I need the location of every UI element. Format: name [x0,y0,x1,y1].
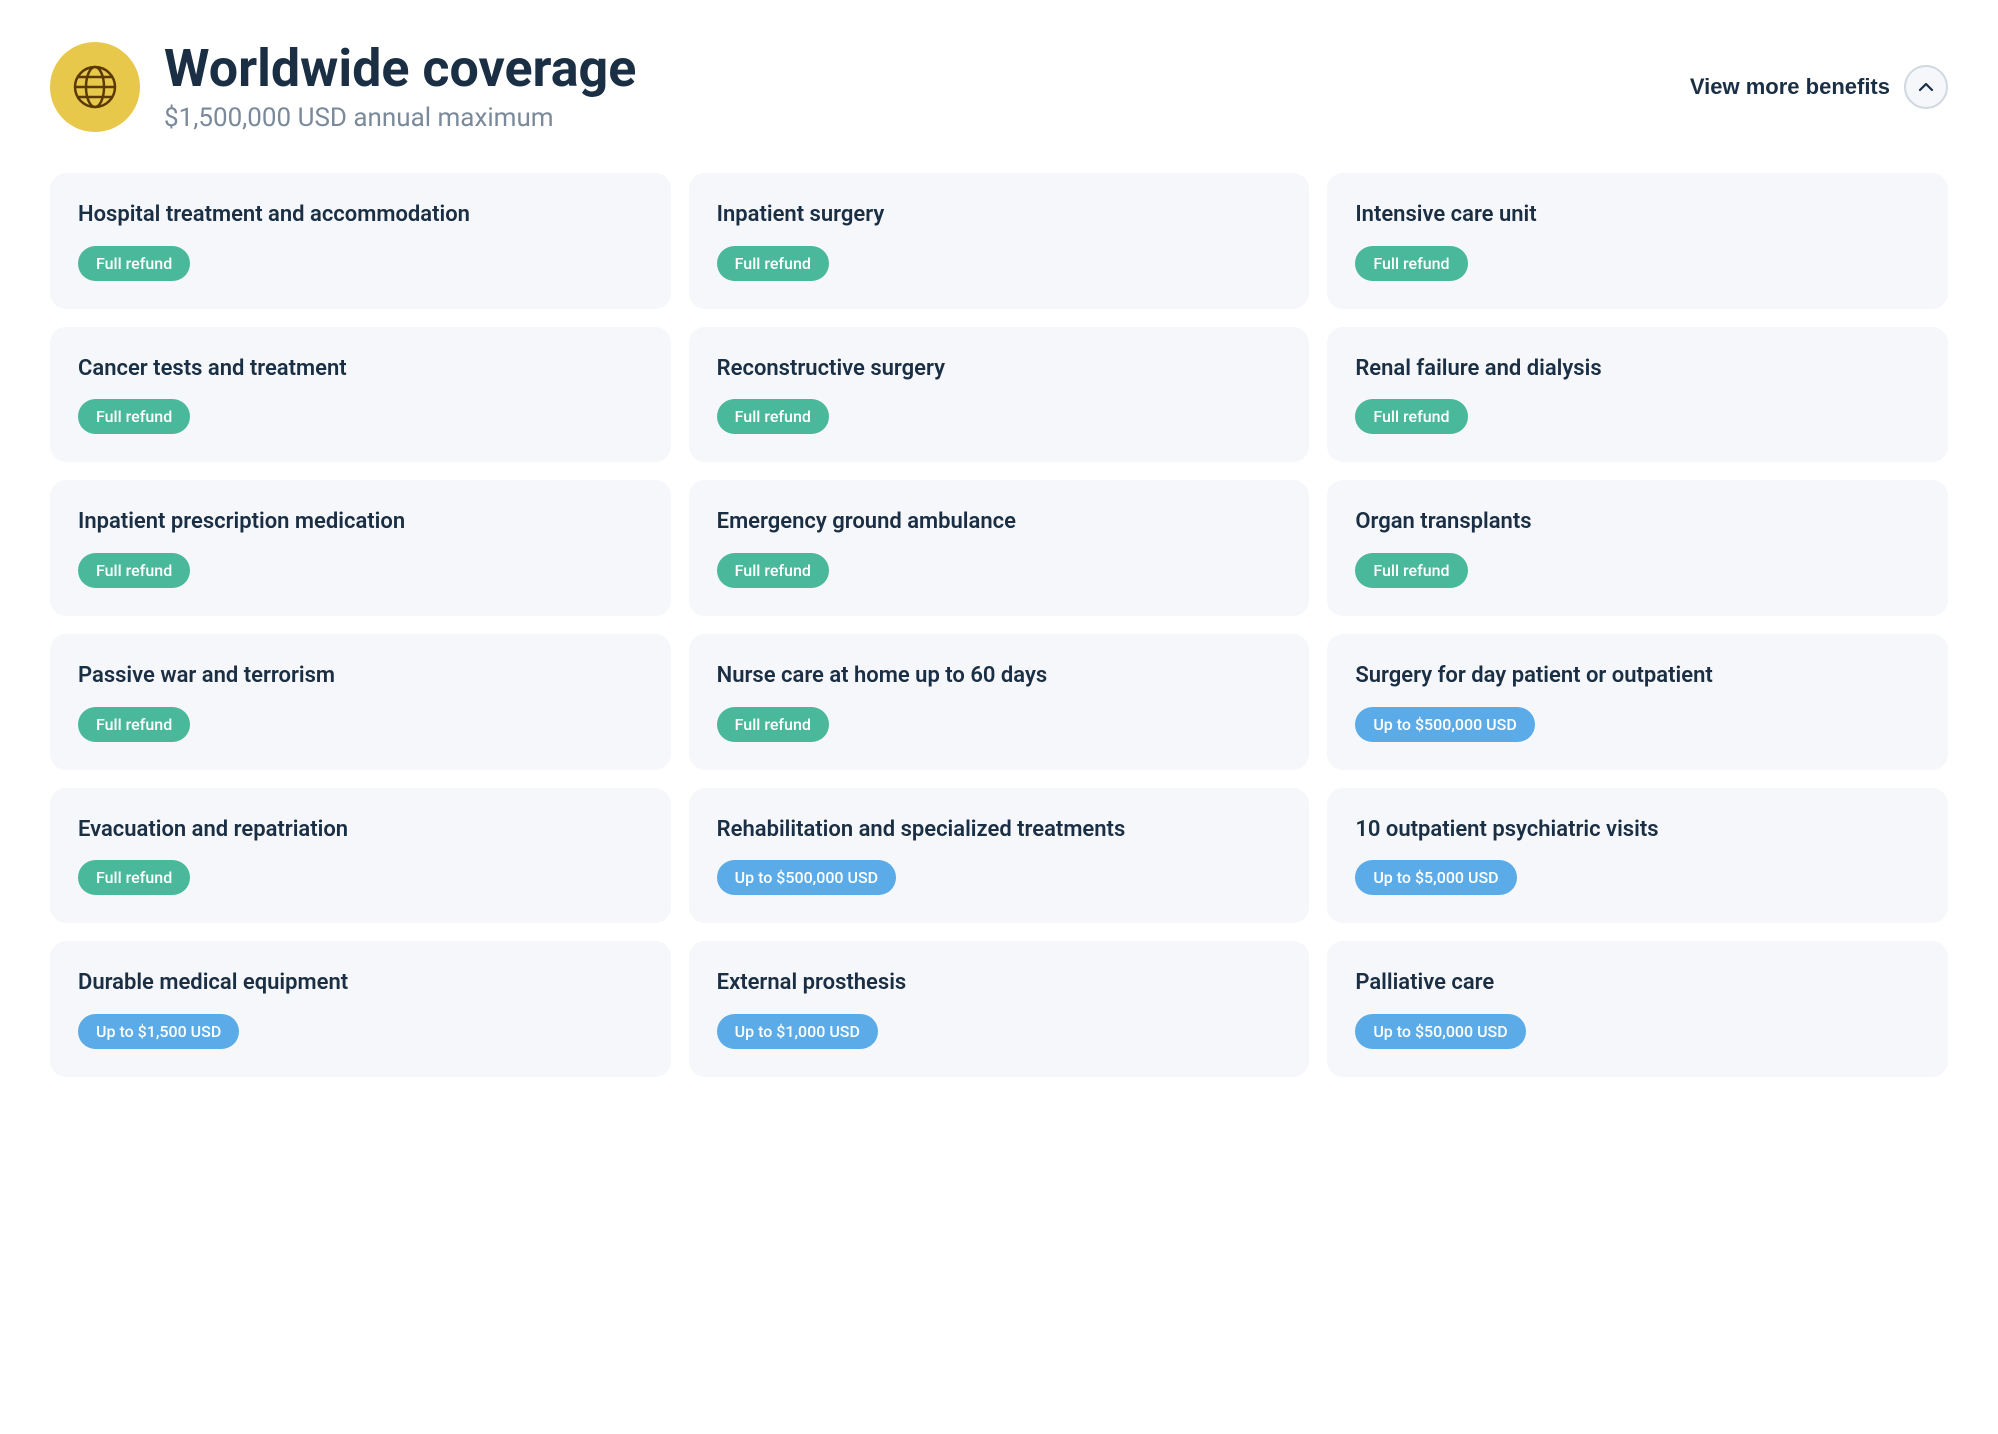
chevron-up-button[interactable] [1904,65,1948,109]
benefit-title: 10 outpatient psychiatric visits [1355,816,1920,845]
benefits-grid: Hospital treatment and accommodation Full… [50,173,1948,1077]
benefit-badge: Full refund [717,399,829,434]
benefit-title: Cancer tests and treatment [78,355,643,384]
benefit-title: Inpatient surgery [717,201,1282,230]
benefit-card: Palliative care Up to $50,000 USD [1327,941,1948,1077]
benefit-badge: Full refund [1355,553,1467,588]
benefit-card: Emergency ground ambulance Full refund [689,480,1310,616]
benefit-badge: Full refund [717,553,829,588]
benefit-title: Nurse care at home up to 60 days [717,662,1282,691]
benefit-badge: Up to $500,000 USD [1355,707,1534,742]
benefit-title: Intensive care unit [1355,201,1920,230]
benefit-badge: Full refund [1355,399,1467,434]
benefit-title: Surgery for day patient or outpatient [1355,662,1920,691]
benefit-title: Renal failure and dialysis [1355,355,1920,384]
benefit-title: Reconstructive surgery [717,355,1282,384]
benefit-badge: Up to $1,000 USD [717,1014,878,1049]
benefit-title: External prosthesis [717,969,1282,998]
benefit-card: 10 outpatient psychiatric visits Up to $5… [1327,788,1948,924]
benefit-badge: Full refund [78,553,190,588]
benefit-card: Organ transplants Full refund [1327,480,1948,616]
benefit-card: Intensive care unit Full refund [1327,173,1948,309]
benefit-title: Rehabilitation and specialized treatment… [717,816,1282,845]
benefit-badge: Up to $500,000 USD [717,860,896,895]
view-more-button[interactable]: View more benefits [1690,74,1890,100]
benefit-card: Renal failure and dialysis Full refund [1327,327,1948,463]
benefit-card: Cancer tests and treatment Full refund [50,327,671,463]
benefit-card: Evacuation and repatriation Full refund [50,788,671,924]
benefit-badge: Up to $1,500 USD [78,1014,239,1049]
benefit-title: Organ transplants [1355,508,1920,537]
page-header: Worldwide coverage $1,500,000 USD annual… [50,40,1948,133]
benefit-card: Hospital treatment and accommodation Full… [50,173,671,309]
benefit-title: Palliative care [1355,969,1920,998]
page-title: Worldwide coverage [164,40,636,97]
benefit-card: Inpatient surgery Full refund [689,173,1310,309]
benefit-badge: Full refund [78,707,190,742]
benefit-badge: Full refund [717,707,829,742]
benefit-card: Reconstructive surgery Full refund [689,327,1310,463]
globe-icon [50,42,140,132]
benefit-title: Hospital treatment and accommodation [78,201,643,230]
benefit-card: Durable medical equipment Up to $1,500 US… [50,941,671,1077]
benefit-title: Durable medical equipment [78,969,643,998]
benefit-title: Emergency ground ambulance [717,508,1282,537]
benefit-card: External prosthesis Up to $1,000 USD [689,941,1310,1077]
header-left: Worldwide coverage $1,500,000 USD annual… [50,40,636,133]
globe-svg [70,62,120,112]
benefit-badge: Full refund [78,860,190,895]
view-more-section: View more benefits [1690,65,1948,109]
benefit-card: Inpatient prescription medication Full re… [50,480,671,616]
benefit-badge: Full refund [1355,246,1467,281]
benefit-title: Inpatient prescription medication [78,508,643,537]
header-text: Worldwide coverage $1,500,000 USD annual… [164,40,636,133]
benefit-title: Evacuation and repatriation [78,816,643,845]
benefit-card: Passive war and terrorism Full refund [50,634,671,770]
benefit-card: Rehabilitation and specialized treatment… [689,788,1310,924]
benefit-badge: Full refund [78,399,190,434]
benefit-badge: Full refund [78,246,190,281]
benefit-card: Nurse care at home up to 60 days Full ref… [689,634,1310,770]
benefit-badge: Full refund [717,246,829,281]
benefit-badge: Up to $50,000 USD [1355,1014,1525,1049]
chevron-up-icon [1917,78,1935,96]
page-subtitle: $1,500,000 USD annual maximum [164,103,636,133]
benefit-title: Passive war and terrorism [78,662,643,691]
benefit-card: Surgery for day patient or outpatient Up … [1327,634,1948,770]
benefit-badge: Up to $5,000 USD [1355,860,1516,895]
